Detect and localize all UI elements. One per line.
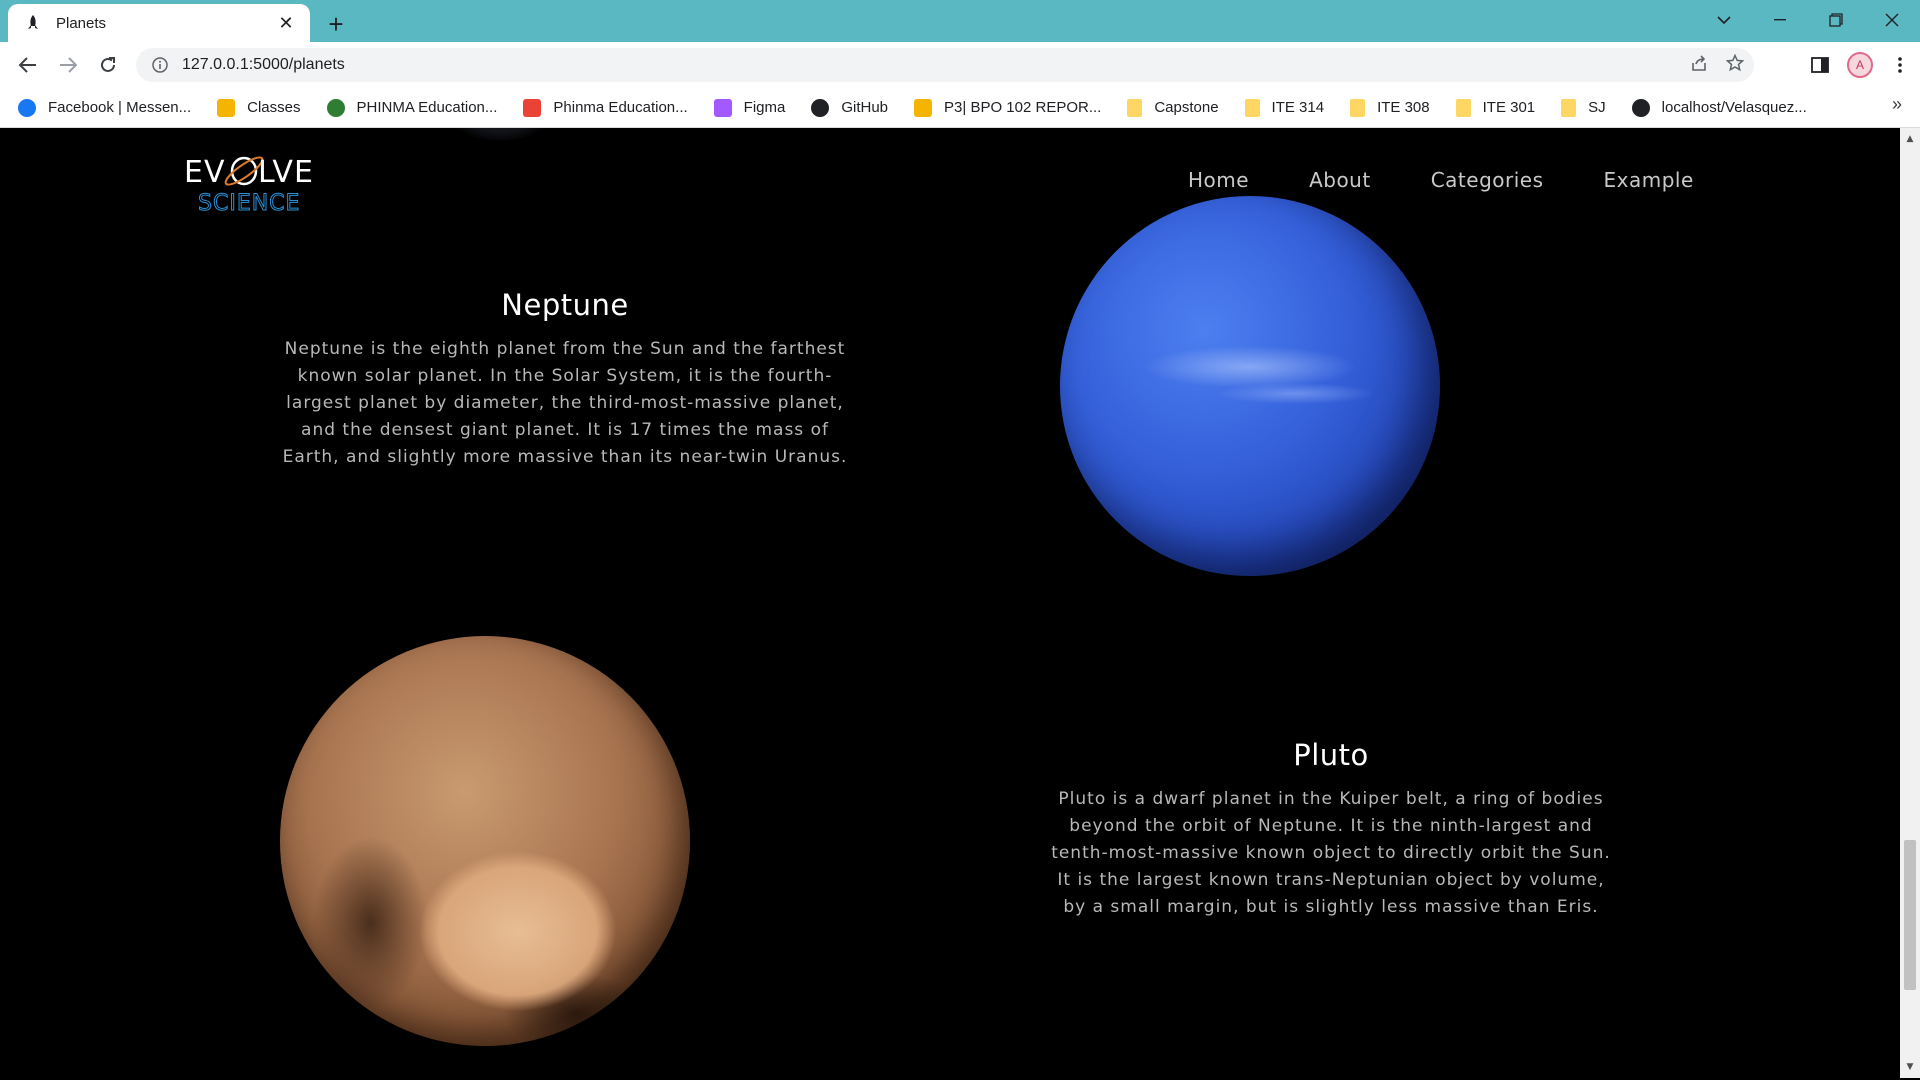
bookmarks-bar: Facebook | Messen... Classes PHINMA Educat… <box>0 88 1920 128</box>
facebook-icon <box>18 98 36 117</box>
browser-toolbar: 127.0.0.1:5000/planets A <box>0 42 1920 88</box>
bookmark-label: Facebook | Messen... <box>48 99 192 116</box>
bookmark-item[interactable]: Figma <box>713 93 798 123</box>
scroll-up-arrow-icon[interactable]: ▲ <box>1900 130 1920 148</box>
figma-icon <box>713 98 732 117</box>
bookmark-label: P3| BPO 102 REPOR... <box>944 99 1102 116</box>
page-viewport: EV LVE SCIENCE Home About Categories Exampl… <box>0 128 1900 1078</box>
bookmark-label: SJ <box>1588 99 1606 116</box>
bookmark-item[interactable]: Capstone <box>1127 93 1230 123</box>
bookmark-item[interactable]: ITE 308 <box>1350 93 1442 123</box>
side-panel-icon[interactable] <box>1800 48 1840 82</box>
svg-text:SCIENCE: SCIENCE <box>198 191 300 216</box>
bookmark-item[interactable]: P3| BPO 102 REPOR... <box>914 93 1113 123</box>
forward-icon[interactable] <box>52 49 84 81</box>
minimize-icon[interactable] <box>1752 0 1808 40</box>
folder-icon <box>1244 98 1260 117</box>
rocket-favicon-icon <box>24 14 42 32</box>
restore-icon[interactable] <box>1808 0 1864 40</box>
site-info-icon[interactable] <box>150 55 170 75</box>
nav-link-categories[interactable]: Categories <box>1431 168 1544 192</box>
bookmark-label: ITE 308 <box>1377 99 1430 116</box>
scrollbar-thumb[interactable] <box>1904 840 1916 990</box>
gmail-icon <box>523 98 542 117</box>
new-tab-button[interactable]: + <box>320 8 352 40</box>
bookmark-label: Classes <box>247 99 301 116</box>
bookmark-item[interactable]: GitHub <box>811 93 900 123</box>
neptune-image <box>1060 196 1440 576</box>
slides-icon <box>914 98 933 117</box>
bookmark-label: PHINMA Education... <box>356 99 498 116</box>
svg-text:LVE: LVE <box>258 155 312 190</box>
back-icon[interactable] <box>12 49 44 81</box>
bookmark-item[interactable]: PHINMA Education... <box>326 93 510 123</box>
close-window-icon[interactable] <box>1864 0 1920 40</box>
bookmark-item[interactable]: Facebook | Messen... <box>18 93 203 123</box>
bookmark-label: GitHub <box>841 99 889 116</box>
globe-icon <box>1631 98 1650 117</box>
profile-avatar[interactable]: A <box>1840 48 1880 82</box>
folder-icon <box>1455 98 1471 117</box>
tab-strip: Planets ✕ + <box>0 0 1920 42</box>
bookmark-label: localhost/Velasquez... <box>1661 99 1807 116</box>
address-bar[interactable]: 127.0.0.1:5000/planets <box>136 48 1754 82</box>
bookmark-item[interactable]: Classes <box>217 93 312 123</box>
menu-kebab-icon[interactable] <box>1880 48 1920 82</box>
bookmark-label: ITE 301 <box>1482 99 1536 116</box>
bookmark-item[interactable]: ITE 314 <box>1244 93 1337 123</box>
page-scrollbar[interactable]: ▲ ▼ <box>1900 128 1920 1078</box>
pluto-image <box>280 636 690 1046</box>
close-tab-icon[interactable]: ✕ <box>274 11 298 35</box>
url-text: 127.0.0.1:5000/planets <box>182 56 345 73</box>
window-controls <box>1696 0 1920 40</box>
tab-title: Planets <box>56 14 107 32</box>
nav-link-example[interactable]: Example <box>1604 168 1694 192</box>
github-icon <box>811 98 830 117</box>
svg-text:EV: EV <box>184 155 225 190</box>
folder-icon <box>1350 98 1366 117</box>
pluto-title: Pluto <box>1293 738 1369 772</box>
bookmark-label: Capstone <box>1154 99 1219 116</box>
bookmark-item[interactable]: SJ <box>1561 93 1618 123</box>
more-bookmarks-button[interactable]: » <box>1892 94 1902 115</box>
reload-icon[interactable] <box>92 49 124 81</box>
bookmark-item[interactable]: ITE 301 <box>1455 93 1548 123</box>
moon-fragment-image <box>440 128 560 140</box>
globe-icon <box>326 98 345 117</box>
bookmark-item[interactable]: localhost/Velasquez... <box>1631 93 1819 123</box>
bookmark-item[interactable]: Phinma Education... <box>523 93 699 123</box>
scroll-down-arrow-icon[interactable]: ▼ <box>1900 1058 1920 1076</box>
nav-link-about[interactable]: About <box>1309 168 1371 192</box>
bookmark-label: ITE 314 <box>1271 99 1325 116</box>
neptune-title: Neptune <box>501 288 629 322</box>
folder-icon <box>1561 98 1577 117</box>
classroom-icon <box>217 98 236 117</box>
evolve-science-logo[interactable]: EV LVE SCIENCE <box>184 150 313 217</box>
folder-icon <box>1127 98 1143 117</box>
browser-tab[interactable]: Planets ✕ <box>8 4 310 42</box>
tab-search-icon[interactable] <box>1696 0 1752 40</box>
bookmark-label: Figma <box>743 99 786 116</box>
pluto-description: Pluto is a dwarf planet in the Kuiper be… <box>1051 789 1611 917</box>
bookmark-star-icon[interactable] <box>1725 53 1745 76</box>
site-navigation: Home About Categories Example <box>1188 168 1754 192</box>
nav-link-home[interactable]: Home <box>1188 168 1249 192</box>
share-icon[interactable] <box>1690 54 1708 76</box>
bookmark-label: Phinma Education... <box>553 99 688 116</box>
neptune-description: Neptune is the eighth planet from the Su… <box>282 339 848 467</box>
